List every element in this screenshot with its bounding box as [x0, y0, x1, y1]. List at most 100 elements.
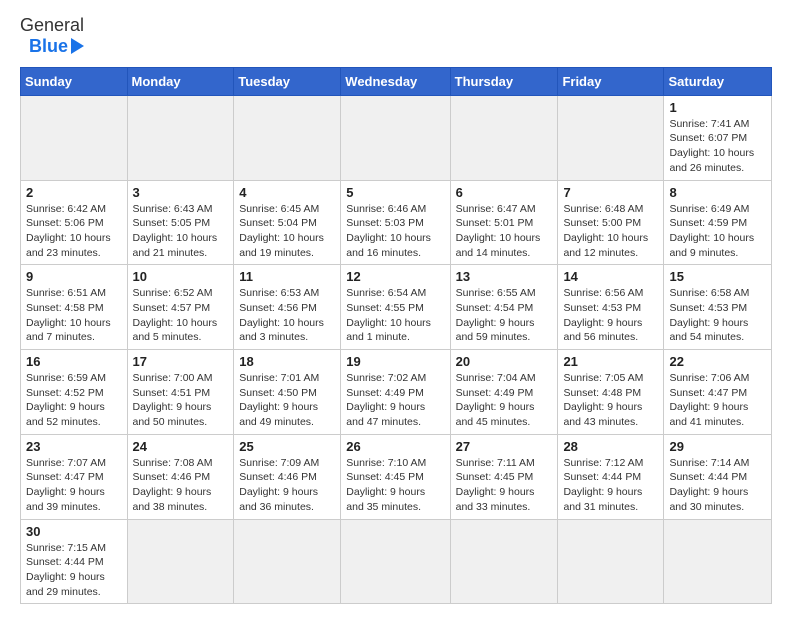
day-number: 15	[669, 269, 766, 284]
calendar-day-header: Monday	[127, 67, 234, 95]
day-info: Sunrise: 6:47 AM Sunset: 5:01 PM Dayligh…	[456, 202, 553, 261]
day-number: 17	[133, 354, 229, 369]
calendar-day-cell	[21, 95, 128, 180]
calendar-day-cell	[341, 95, 450, 180]
day-info: Sunrise: 7:15 AM Sunset: 4:44 PM Dayligh…	[26, 541, 122, 600]
day-number: 9	[26, 269, 122, 284]
calendar-day-cell: 28Sunrise: 7:12 AM Sunset: 4:44 PM Dayli…	[558, 434, 664, 519]
calendar-day-cell: 8Sunrise: 6:49 AM Sunset: 4:59 PM Daylig…	[664, 180, 772, 265]
calendar-week-row: 16 Sunrise: 6:59 AM Sunset: 4:52 PM Dayli…	[21, 350, 772, 435]
day-info: Sunrise: 6:54 AM Sunset: 4:55 PM Dayligh…	[346, 286, 444, 345]
day-info: Sunrise: 7:07 AM Sunset: 4:47 PM Dayligh…	[26, 456, 122, 515]
day-number: 18	[239, 354, 335, 369]
day-number: 22	[669, 354, 766, 369]
day-info: Sunrise: 6:52 AM Sunset: 4:57 PM Dayligh…	[133, 286, 229, 345]
day-number: 12	[346, 269, 444, 284]
calendar-day-cell	[664, 519, 772, 604]
calendar-day-cell: 12 Sunrise: 6:54 AM Sunset: 4:55 PM Dayli…	[341, 265, 450, 350]
day-info: Sunrise: 7:01 AM Sunset: 4:50 PM Dayligh…	[239, 371, 335, 430]
day-number: 4	[239, 185, 335, 200]
day-info: Sunrise: 6:59 AM Sunset: 4:52 PM Dayligh…	[26, 371, 122, 430]
calendar-day-header: Wednesday	[341, 67, 450, 95]
calendar-day-cell: 25Sunrise: 7:09 AM Sunset: 4:46 PM Dayli…	[234, 434, 341, 519]
calendar-day-cell: 24Sunrise: 7:08 AM Sunset: 4:46 PM Dayli…	[127, 434, 234, 519]
day-info: Sunrise: 7:02 AM Sunset: 4:49 PM Dayligh…	[346, 371, 444, 430]
day-info: Sunrise: 7:06 AM Sunset: 4:47 PM Dayligh…	[669, 371, 766, 430]
day-info: Sunrise: 6:51 AM Sunset: 4:58 PM Dayligh…	[26, 286, 122, 345]
day-number: 10	[133, 269, 229, 284]
calendar-day-cell	[234, 95, 341, 180]
day-number: 25	[239, 439, 335, 454]
calendar-day-cell: 1 Sunrise: 7:41 AM Sunset: 6:07 PM Daylig…	[664, 95, 772, 180]
calendar-day-cell: 20 Sunrise: 7:04 AM Sunset: 4:49 PM Dayli…	[450, 350, 558, 435]
calendar-day-header: Sunday	[21, 67, 128, 95]
day-info: Sunrise: 7:41 AM Sunset: 6:07 PM Dayligh…	[669, 117, 766, 176]
day-number: 13	[456, 269, 553, 284]
calendar-day-cell	[450, 519, 558, 604]
calendar-day-cell: 29 Sunrise: 7:14 AM Sunset: 4:44 PM Dayli…	[664, 434, 772, 519]
calendar-day-header: Saturday	[664, 67, 772, 95]
calendar-day-cell: 22 Sunrise: 7:06 AM Sunset: 4:47 PM Dayli…	[664, 350, 772, 435]
day-number: 1	[669, 100, 766, 115]
day-number: 27	[456, 439, 553, 454]
calendar-day-cell: 5Sunrise: 6:46 AM Sunset: 5:03 PM Daylig…	[341, 180, 450, 265]
day-info: Sunrise: 6:49 AM Sunset: 4:59 PM Dayligh…	[669, 202, 766, 261]
calendar-day-cell: 11 Sunrise: 6:53 AM Sunset: 4:56 PM Dayli…	[234, 265, 341, 350]
day-info: Sunrise: 7:05 AM Sunset: 4:48 PM Dayligh…	[563, 371, 658, 430]
calendar-week-row: 30 Sunrise: 7:15 AM Sunset: 4:44 PM Dayli…	[21, 519, 772, 604]
calendar-day-cell: 18 Sunrise: 7:01 AM Sunset: 4:50 PM Dayli…	[234, 350, 341, 435]
day-number: 5	[346, 185, 444, 200]
calendar-week-row: 9 Sunrise: 6:51 AM Sunset: 4:58 PM Daylig…	[21, 265, 772, 350]
day-number: 6	[456, 185, 553, 200]
calendar-day-cell: 9 Sunrise: 6:51 AM Sunset: 4:58 PM Daylig…	[21, 265, 128, 350]
day-number: 14	[563, 269, 658, 284]
day-number: 11	[239, 269, 335, 284]
day-number: 24	[133, 439, 229, 454]
calendar-day-cell: 7 Sunrise: 6:48 AM Sunset: 5:00 PM Daylig…	[558, 180, 664, 265]
calendar-day-cell: 27Sunrise: 7:11 AM Sunset: 4:45 PM Dayli…	[450, 434, 558, 519]
logo-triangle-icon	[71, 38, 84, 54]
day-number: 19	[346, 354, 444, 369]
day-info: Sunrise: 6:43 AM Sunset: 5:05 PM Dayligh…	[133, 202, 229, 261]
logo: General Blue	[20, 16, 84, 57]
day-number: 20	[456, 354, 553, 369]
calendar-day-cell	[127, 95, 234, 180]
day-number: 29	[669, 439, 766, 454]
day-info: Sunrise: 6:42 AM Sunset: 5:06 PM Dayligh…	[26, 202, 122, 261]
calendar-day-cell: 26Sunrise: 7:10 AM Sunset: 4:45 PM Dayli…	[341, 434, 450, 519]
calendar-table: SundayMondayTuesdayWednesdayThursdayFrid…	[20, 67, 772, 605]
calendar-week-row: 1 Sunrise: 7:41 AM Sunset: 6:07 PM Daylig…	[21, 95, 772, 180]
logo-blue-text: Blue	[29, 36, 68, 57]
day-number: 7	[563, 185, 658, 200]
day-info: Sunrise: 6:56 AM Sunset: 4:53 PM Dayligh…	[563, 286, 658, 345]
calendar-day-cell: 19 Sunrise: 7:02 AM Sunset: 4:49 PM Dayli…	[341, 350, 450, 435]
calendar-week-row: 2 Sunrise: 6:42 AM Sunset: 5:06 PM Daylig…	[21, 180, 772, 265]
day-number: 30	[26, 524, 122, 539]
calendar-day-cell: 30 Sunrise: 7:15 AM Sunset: 4:44 PM Dayli…	[21, 519, 128, 604]
calendar-day-cell	[450, 95, 558, 180]
day-info: Sunrise: 6:58 AM Sunset: 4:53 PM Dayligh…	[669, 286, 766, 345]
day-info: Sunrise: 6:48 AM Sunset: 5:00 PM Dayligh…	[563, 202, 658, 261]
calendar-header-row: SundayMondayTuesdayWednesdayThursdayFrid…	[21, 67, 772, 95]
calendar-day-cell: 23 Sunrise: 7:07 AM Sunset: 4:47 PM Dayli…	[21, 434, 128, 519]
day-info: Sunrise: 7:10 AM Sunset: 4:45 PM Dayligh…	[346, 456, 444, 515]
day-number: 21	[563, 354, 658, 369]
calendar-day-cell: 14 Sunrise: 6:56 AM Sunset: 4:53 PM Dayli…	[558, 265, 664, 350]
day-number: 2	[26, 185, 122, 200]
calendar-day-cell: 2 Sunrise: 6:42 AM Sunset: 5:06 PM Daylig…	[21, 180, 128, 265]
calendar-day-cell	[127, 519, 234, 604]
day-info: Sunrise: 6:53 AM Sunset: 4:56 PM Dayligh…	[239, 286, 335, 345]
day-number: 23	[26, 439, 122, 454]
calendar-day-header: Tuesday	[234, 67, 341, 95]
day-info: Sunrise: 7:04 AM Sunset: 4:49 PM Dayligh…	[456, 371, 553, 430]
calendar-day-cell: 10 Sunrise: 6:52 AM Sunset: 4:57 PM Dayli…	[127, 265, 234, 350]
calendar-day-cell: 6 Sunrise: 6:47 AM Sunset: 5:01 PM Daylig…	[450, 180, 558, 265]
day-number: 16	[26, 354, 122, 369]
calendar-day-cell: 17 Sunrise: 7:00 AM Sunset: 4:51 PM Dayli…	[127, 350, 234, 435]
day-info: Sunrise: 7:00 AM Sunset: 4:51 PM Dayligh…	[133, 371, 229, 430]
logo-general: General	[20, 15, 84, 35]
calendar-day-cell	[558, 519, 664, 604]
day-info: Sunrise: 6:45 AM Sunset: 5:04 PM Dayligh…	[239, 202, 335, 261]
day-info: Sunrise: 7:14 AM Sunset: 4:44 PM Dayligh…	[669, 456, 766, 515]
calendar-day-cell: 21 Sunrise: 7:05 AM Sunset: 4:48 PM Dayli…	[558, 350, 664, 435]
